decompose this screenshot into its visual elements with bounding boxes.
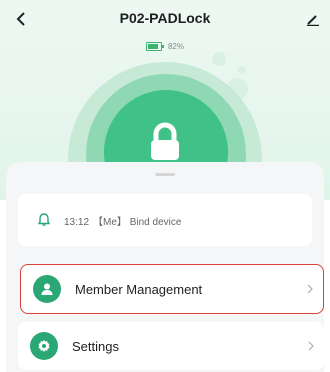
recent-activity-card[interactable]: 13:12 【Me】 Bind device	[18, 194, 312, 246]
padlock-icon	[151, 122, 179, 160]
chevron-right-icon	[308, 341, 314, 351]
activity-time: 13:12	[64, 216, 90, 228]
gear-icon	[30, 332, 58, 360]
back-button[interactable]	[10, 8, 32, 30]
decor-bubble	[238, 66, 246, 74]
chevron-left-icon	[16, 12, 25, 26]
activity-event: Bind device	[129, 216, 182, 228]
edit-button[interactable]	[302, 8, 324, 30]
top-bar: P02-PADLock	[0, 0, 330, 40]
member-management-button[interactable]: Member Management	[20, 264, 324, 314]
pencil-icon	[307, 15, 319, 26]
battery-icon	[145, 42, 164, 51]
page-title: P02-PADLock	[119, 10, 211, 26]
bell-icon	[38, 213, 50, 226]
activity-text: 13:12 【Me】 Bind device	[64, 213, 181, 228]
activity-user: 【Me】	[93, 216, 127, 228]
settings-button[interactable]: Settings	[18, 322, 324, 370]
member-management-label: Member Management	[75, 281, 203, 297]
battery-level: 82%	[167, 42, 184, 51]
bottom-sheet: 13:12 【Me】 Bind device Member Management …	[6, 162, 324, 372]
settings-label: Settings	[72, 338, 119, 354]
battery-status: 82%	[0, 42, 330, 51]
sheet-drag-handle[interactable]	[155, 173, 175, 176]
decor-bubble	[212, 52, 226, 66]
chevron-right-icon	[307, 284, 313, 294]
user-icon	[33, 275, 61, 303]
